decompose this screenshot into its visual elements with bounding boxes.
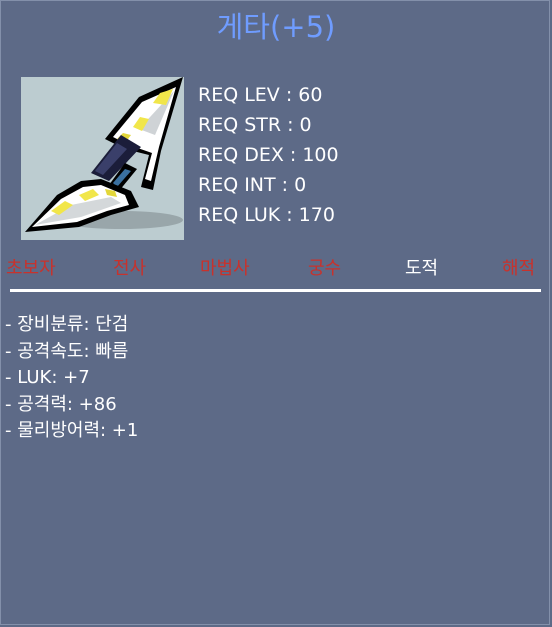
stat-category: - 장비분류: 단검 <box>5 314 129 335</box>
req-luk: REQ LUK : 170 <box>198 204 335 226</box>
job-magician: 마법사 <box>200 258 250 279</box>
req-str: REQ STR : 0 <box>198 114 312 136</box>
divider <box>10 289 541 292</box>
job-beginner: 초보자 <box>6 258 56 279</box>
stat-attack-speed: - 공격속도: 빠름 <box>5 340 129 362</box>
dagger-icon <box>21 77 184 240</box>
job-archer: 궁수 <box>308 258 342 279</box>
stat-defense: - 물리방어력: +1 <box>5 420 139 441</box>
job-list: 초보자 전사 마법사 궁수 도적 해적 <box>0 256 552 284</box>
req-int: REQ INT : 0 <box>198 174 307 196</box>
job-warrior: 전사 <box>113 258 147 279</box>
requirements-list: REQ LEV : 60 REQ STR : 0 REQ DEX : 100 R… <box>198 80 339 230</box>
stats-list: - 장비분류: 단검 - 공격속도: 빠름 - LUK: +7 - 공격력: +… <box>5 312 138 445</box>
job-pirate: 해적 <box>502 258 536 279</box>
item-title: 게타(+5) <box>216 10 336 44</box>
stat-luk: - LUK: +7 <box>5 367 90 388</box>
stat-attack: - 공격력: +86 <box>5 393 117 415</box>
req-level: REQ LEV : 60 <box>198 84 323 106</box>
job-thief: 도적 <box>405 258 439 279</box>
req-dex: REQ DEX : 100 <box>198 144 339 166</box>
